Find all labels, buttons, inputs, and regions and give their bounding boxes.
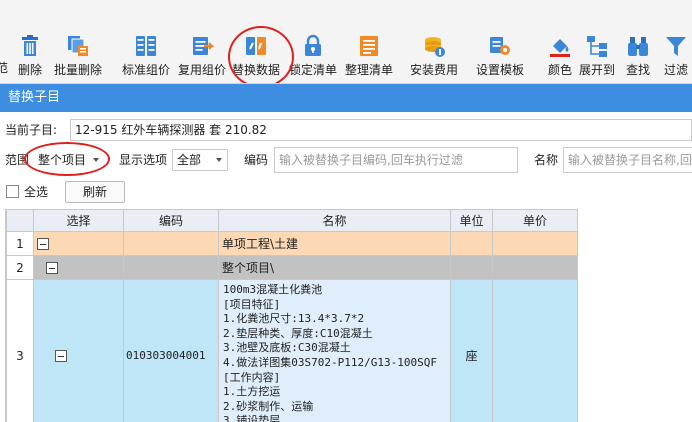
replace-data-icon — [246, 37, 266, 55]
grid-table: 选择 编码 名称 单位 单价 1 单项工程\土建 2 整个项目\ 3 01030… — [6, 209, 578, 422]
header-index — [6, 209, 34, 232]
name-filter-input[interactable]: 输入被替换子目名称,回车 — [563, 147, 692, 173]
table-row[interactable]: 3 010303004001 100m3混凝土化粪池 [项目特征] 1.化粪池尺… — [6, 279, 578, 422]
filter-row: 范围 整个项目 显示选项 全部 编码 输入被替换子目编码,回车执行过滤 名称 输… — [0, 142, 692, 176]
select-cell[interactable] — [33, 279, 124, 422]
name-cell: 整个项目\ — [218, 255, 451, 280]
code-cell — [123, 231, 219, 256]
dialog-title-bar: 替换子目 — [0, 84, 692, 112]
scope-select[interactable]: 整个项目 — [33, 149, 105, 171]
name-cell: 100m3混凝土化粪池 [项目特征] 1.化粪池尺寸:13.4*3.7*2 2.… — [218, 279, 451, 422]
header-unit[interactable]: 单位 — [450, 209, 493, 232]
filter-icon — [666, 37, 686, 56]
lock-list-button[interactable]: 锁定清单 — [289, 34, 337, 80]
collapse-toggle-icon[interactable] — [37, 238, 49, 250]
organize-list-button[interactable]: 整理清单 — [345, 34, 393, 80]
replace-items-grid: 选择 编码 名称 单位 单价 1 单项工程\土建 2 整个项目\ 3 01030… — [5, 209, 692, 422]
delete-button[interactable]: 删除 — [18, 34, 42, 80]
collapse-toggle-icon[interactable] — [55, 350, 67, 363]
code-cell — [123, 255, 219, 280]
name-label: 名称 — [534, 153, 559, 167]
name-cell: 单项工程\土建 — [218, 231, 451, 256]
unit-cell — [450, 255, 493, 280]
filter-button[interactable]: 过滤 — [664, 34, 688, 80]
header-select[interactable]: 选择 — [33, 209, 124, 232]
unit-cell — [450, 231, 493, 256]
binoculars-icon — [628, 37, 648, 56]
collapse-toggle-icon[interactable] — [46, 262, 58, 274]
select-cell[interactable] — [33, 231, 124, 256]
toolbar-cut-label: 范 — [0, 59, 8, 77]
batch-delete-button[interactable]: 批量删除 — [54, 34, 102, 80]
install-fee-button[interactable]: 安装费用 — [410, 34, 458, 80]
current-item-label: 当前子目: — [5, 123, 58, 137]
lock-icon — [305, 34, 321, 56]
find-button[interactable]: 查找 — [626, 34, 650, 80]
display-options-label: 显示选项 — [119, 153, 168, 167]
current-item-field[interactable]: 12-915 红外车辆探测器 套 210.82 — [70, 119, 692, 141]
code-cell: 010303004001 — [123, 279, 219, 422]
chevron-down-icon — [216, 158, 222, 162]
header-code[interactable]: 编码 — [123, 209, 219, 232]
paint-bucket-icon — [550, 39, 570, 57]
row-index: 1 — [6, 231, 34, 256]
display-options-value: 全部 — [177, 153, 202, 167]
price-cell — [492, 231, 578, 256]
chevron-down-icon — [93, 158, 99, 162]
color-button[interactable]: 颜色 — [548, 34, 572, 80]
reuse-price-icon — [193, 37, 214, 55]
price-cell — [492, 255, 578, 280]
table-row[interactable]: 1 单项工程\土建 — [6, 231, 578, 256]
header-name[interactable]: 名称 — [218, 209, 451, 232]
code-filter-input[interactable]: 输入被替换子目编码,回车执行过滤 — [274, 147, 518, 173]
replace-data-button[interactable]: 替换数据 — [232, 34, 280, 80]
unit-cell: 座 — [450, 279, 493, 422]
toolbar: 范 删除 批量删除 标准组价 复用组价 — [0, 0, 692, 84]
code-label: 编码 — [244, 153, 269, 167]
table-row[interactable]: 2 整个项目\ — [6, 255, 578, 280]
dialog-title: 替换子目 — [8, 90, 61, 105]
standard-price-icon — [136, 36, 156, 56]
actions-row: 全选 刷新 — [0, 180, 692, 204]
template-settings-icon — [490, 37, 510, 55]
select-all-label: 全选 — [24, 185, 49, 199]
display-options-select[interactable]: 全部 — [172, 149, 228, 171]
template-settings-button[interactable]: 设置模板 — [476, 34, 524, 80]
row-index: 3 — [6, 279, 34, 422]
grid-header-row: 选择 编码 名称 单位 单价 — [6, 209, 578, 232]
price-cell — [492, 279, 578, 422]
reuse-price-button[interactable]: 复用组价 — [178, 34, 226, 80]
expand-to-button[interactable]: 展开到 — [579, 34, 615, 80]
select-cell[interactable] — [33, 255, 124, 280]
row-index: 2 — [6, 255, 34, 280]
select-all-checkbox[interactable] — [6, 185, 19, 198]
trash-icon — [22, 35, 38, 56]
organize-list-icon — [360, 36, 378, 56]
scope-label: 范围 — [5, 153, 30, 167]
header-price[interactable]: 单价 — [492, 209, 578, 232]
standard-price-button[interactable]: 标准组价 — [122, 34, 170, 80]
batch-delete-icon — [68, 36, 88, 56]
refresh-button[interactable]: 刷新 — [65, 181, 125, 203]
expand-tree-icon — [587, 36, 607, 57]
scope-select-value: 整个项目 — [38, 153, 87, 167]
install-fee-icon — [425, 37, 445, 57]
